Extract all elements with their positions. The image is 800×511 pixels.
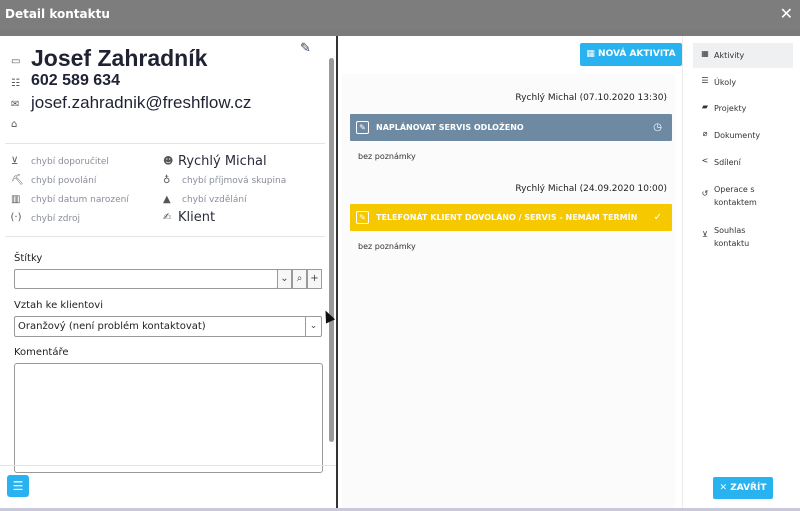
contact-email[interactable]: josef.zahradnik@freshflow.cz xyxy=(31,93,251,113)
nav-item-label: Aktivity xyxy=(714,51,745,60)
new-activity-label: NOVÁ AKTIVITA xyxy=(598,49,676,59)
education-field[interactable]: chybí vzdělání xyxy=(182,195,247,205)
contact-panel: ▭ Josef Zahradník ✎ ☷ 602 589 634 ✉ jose… xyxy=(0,36,336,508)
menu-button[interactable]: ☰ xyxy=(7,475,29,497)
comments-textarea[interactable] xyxy=(14,363,323,473)
close-button[interactable]: ✕ ZAVŘÍT xyxy=(713,477,773,499)
edit-pencil-icon[interactable]: ✎ xyxy=(356,211,369,224)
worker-icon: ⛏ xyxy=(11,175,24,186)
activity-note: bez poznámky xyxy=(358,152,416,161)
income-group-field[interactable]: chybí příjmová skupina xyxy=(182,176,286,186)
close-icon[interactable]: ✕ xyxy=(780,4,793,23)
checklist-icon: ☰ xyxy=(701,76,709,85)
share-icon: < xyxy=(701,156,709,165)
nav-item-label: Projekty xyxy=(714,104,747,113)
divider xyxy=(5,143,325,144)
nav-item-label: Operace s kontaktem xyxy=(714,185,757,207)
new-activity-button[interactable]: ▦ NOVÁ AKTIVITA xyxy=(580,43,682,66)
contact-detail-dialog: ▭ Josef Zahradník ✎ ☷ 602 589 634 ✉ jose… xyxy=(0,36,800,508)
chevron-down-icon[interactable]: ⌄ xyxy=(277,269,292,289)
nav-item-label: Souhlas kontaktu xyxy=(714,226,750,248)
home-icon: ⌂ xyxy=(11,119,18,130)
activities-panel: ▦ NOVÁ AKTIVITA Rychlý Michal (07.10.202… xyxy=(338,36,682,508)
occupation-field[interactable]: chybí povolání xyxy=(31,176,96,186)
referrer-field[interactable]: chybí doporučitel xyxy=(31,157,109,167)
phone-list-icon: ☷ xyxy=(11,78,20,89)
activity-meta: Rychlý Michal (07.10.2020 13:30) xyxy=(515,93,667,103)
folder-icon: ▰ xyxy=(701,102,709,111)
activity-title: TELEFONÁT KLIENT DOVOLÁNO / SERVIS - NEM… xyxy=(376,213,638,222)
activity-item[interactable]: ✎ NAPLÁNOVAT SERVIS ODLOŽENO ◷ xyxy=(350,114,672,141)
id-card-icon: ▭ xyxy=(11,56,21,67)
close-icon: ✕ xyxy=(719,483,728,493)
add-tag-button[interactable]: + xyxy=(307,269,322,289)
nav-item-souhlas[interactable]: ⊻ Souhlas kontaktu xyxy=(693,224,793,252)
nav-item-aktivity[interactable]: ▦ Aktivity xyxy=(693,43,793,68)
money-bag-icon: ♁ xyxy=(163,175,171,186)
thumbs-up-icon: ✓ xyxy=(653,212,662,223)
graduation-cap-icon: ▲ xyxy=(163,194,171,205)
nav-item-operace[interactable]: ↺ Operace s kontaktem xyxy=(693,183,793,211)
window-title: Detail kontaktu xyxy=(5,7,110,21)
broadcast-icon: (·) xyxy=(10,212,22,223)
handshake-icon: ⊻ xyxy=(702,230,708,239)
activity-item[interactable]: ✎ TELEFONÁT KLIENT DOVOLÁNO / SERVIS - N… xyxy=(350,204,672,231)
activities-list: Rychlý Michal (07.10.2020 13:30) ✎ NAPLÁ… xyxy=(342,74,675,508)
activity-title: NAPLÁNOVAT SERVIS ODLOŽENO xyxy=(376,123,524,132)
envelope-icon: ✉ xyxy=(11,99,20,110)
divider xyxy=(5,236,325,237)
edit-pencil-icon[interactable]: ✎ xyxy=(300,41,311,56)
relation-select[interactable]: Oranžový (není problém kontaktovat) ⌄ xyxy=(14,316,322,337)
contact-name: Josef Zahradník xyxy=(31,45,208,71)
signature-icon: ✍ xyxy=(163,212,172,223)
source-field[interactable]: chybí zdroj xyxy=(31,214,80,224)
tags-input[interactable] xyxy=(14,269,278,289)
section-nav: ▦ Aktivity ☰ Úkoly ▰ Projekty ⌀ Dokument… xyxy=(682,36,800,508)
nav-item-label: Dokumenty xyxy=(714,131,761,140)
window-titlebar: Detail kontaktu ✕ xyxy=(0,0,800,30)
calendar-icon: ▦ xyxy=(701,49,709,58)
edit-pencil-icon[interactable]: ✎ xyxy=(356,121,369,134)
activity-meta: Rychlý Michal (24.09.2020 10:00) xyxy=(515,184,667,194)
user-icon: ☻ xyxy=(163,156,174,167)
search-icon[interactable]: ⌕ xyxy=(292,269,307,289)
handshake-icon: ⊻ xyxy=(11,156,19,167)
scrollbar[interactable] xyxy=(328,36,336,466)
tags-label: Štítky xyxy=(14,253,43,264)
nav-item-label: Sdílení xyxy=(714,158,741,167)
contact-type-field[interactable]: Klient xyxy=(178,210,215,225)
nav-item-label: Úkoly xyxy=(714,78,737,87)
relation-label: Vztah ke klientovi xyxy=(14,300,103,311)
clock-icon: ◷ xyxy=(653,122,662,133)
birthdate-field[interactable]: chybí datum narození xyxy=(31,195,129,205)
chevron-down-icon[interactable]: ⌄ xyxy=(305,317,321,336)
activities-toolbar: ▦ NOVÁ AKTIVITA xyxy=(338,36,682,74)
owner-field[interactable]: Rychlý Michal xyxy=(178,154,267,169)
close-button-label: ZAVŘÍT xyxy=(730,483,767,493)
contact-phone: 602 589 634 xyxy=(31,72,120,89)
cake-icon: ▥ xyxy=(11,194,21,205)
calendar-icon: ▦ xyxy=(586,49,599,59)
history-icon: ↺ xyxy=(701,189,709,198)
divider xyxy=(0,465,336,466)
paperclip-icon: ⌀ xyxy=(702,129,708,138)
scrollbar-thumb[interactable] xyxy=(329,58,334,442)
activity-note: bez poznámky xyxy=(358,242,416,251)
comments-label: Komentáře xyxy=(14,347,69,358)
relation-select-value: Oranžový (není problém kontaktovat) xyxy=(18,321,206,332)
